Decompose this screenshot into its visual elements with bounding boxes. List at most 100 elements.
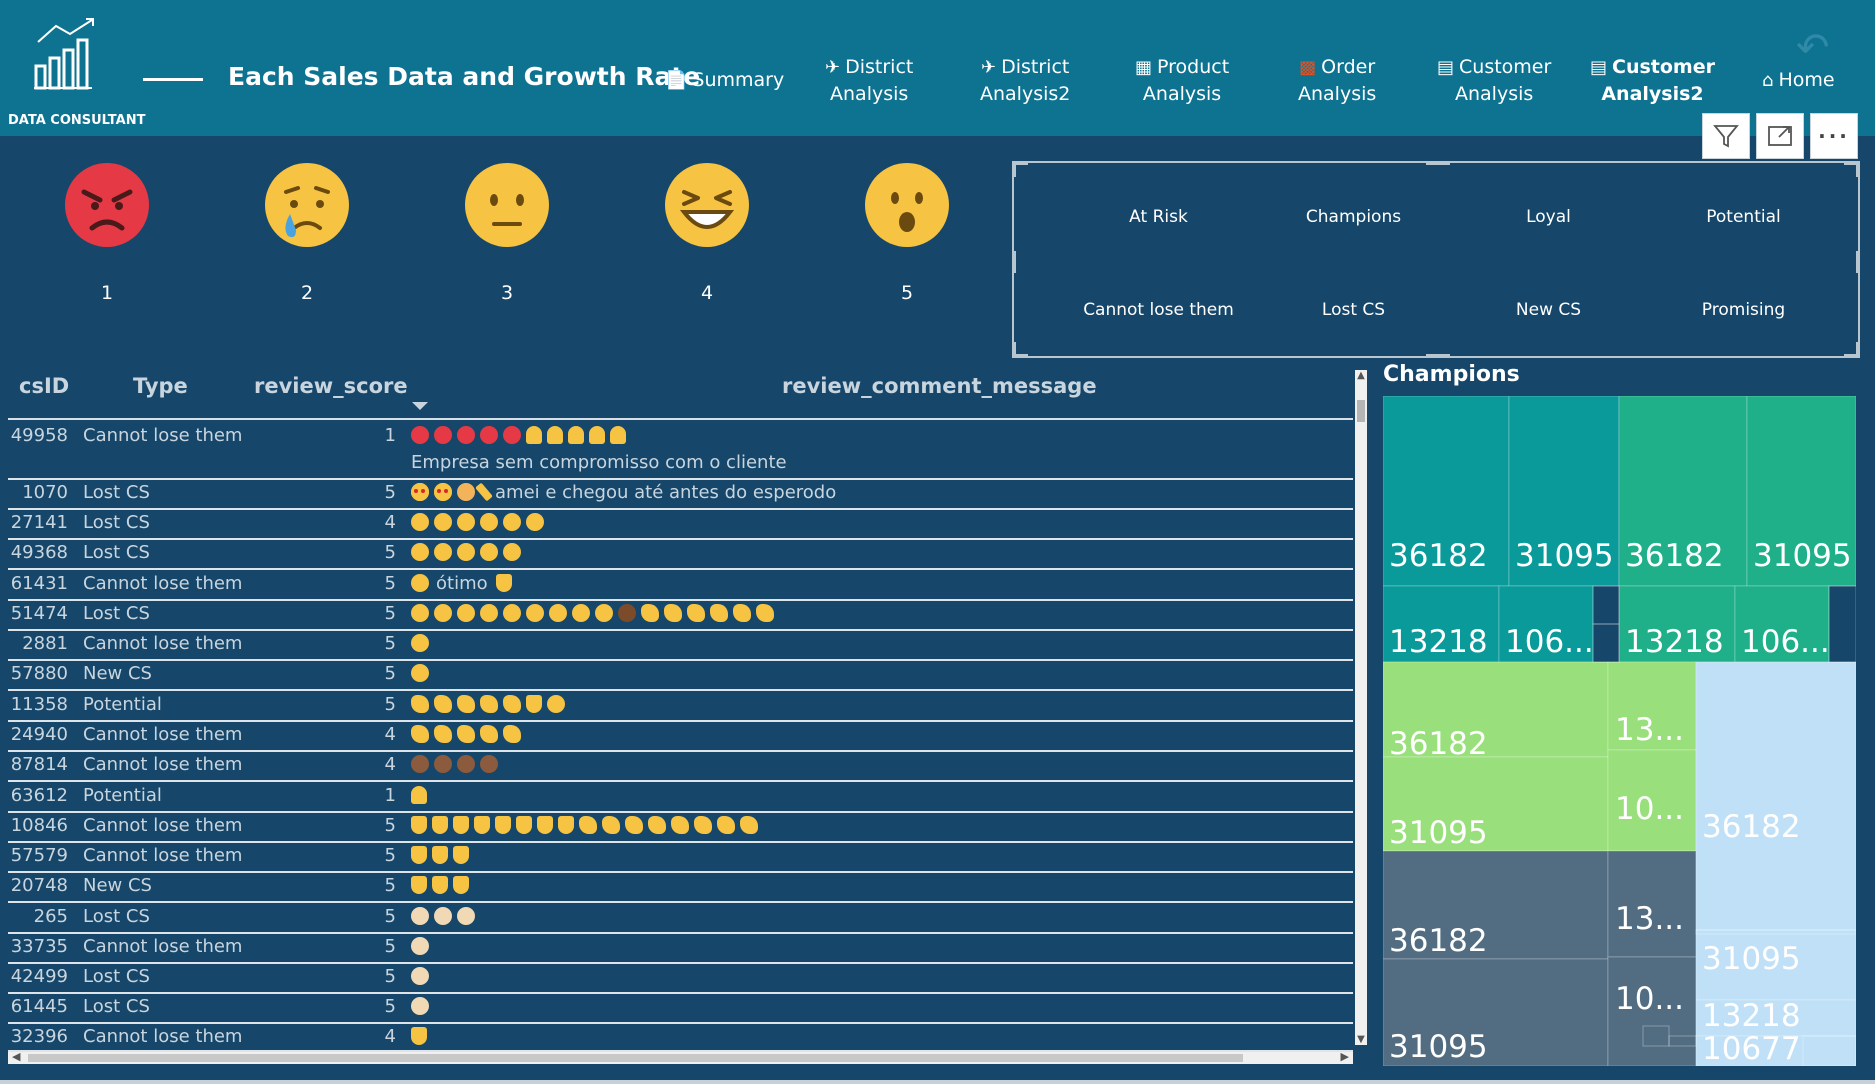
table-row[interactable]: 42499 Lost CS 5 [8, 964, 1353, 994]
table-row[interactable]: 61431 Cannot lose them 5 ótimo [8, 571, 1353, 601]
treemap-subtile[interactable] [1828, 585, 1856, 663]
emoji-glyph-icon [687, 604, 705, 622]
slicer-item-champions[interactable]: Champions [1256, 207, 1451, 227]
cell-review-message [411, 633, 436, 654]
slicer-item-potential[interactable]: Potential [1646, 207, 1841, 227]
cell-review-score: 5 [384, 542, 396, 563]
emoji-glyph-icon [526, 604, 544, 622]
score-emoji-3[interactable]: 3 [462, 162, 552, 304]
table-row[interactable]: 57579 Cannot lose them 5 [8, 843, 1353, 873]
vertical-scrollbar[interactable]: ▲ ▼ [1355, 370, 1367, 1045]
segment-slicer[interactable]: At Risk Champions Loyal Potential Cannot… [1012, 161, 1860, 358]
table-row[interactable]: 24940 Cannot lose them 4 [8, 722, 1353, 752]
cell-type: Lost CS [83, 482, 150, 503]
table-row[interactable]: 2881 Cannot lose them 5 [8, 631, 1353, 661]
treemap-chart[interactable]: 36182 31095 36182 31095 13218 106... 13218 106.… [1383, 396, 1856, 1066]
table-row[interactable]: 51474 Lost CS 5 [8, 601, 1353, 631]
slicer-item-lost-cs[interactable]: Lost CS [1256, 300, 1451, 320]
scrollbar-thumb[interactable] [1357, 400, 1365, 422]
treemap-tile-label: 36182 [1389, 538, 1488, 574]
column-header-type[interactable]: Type [133, 374, 188, 398]
cell-review-score: 5 [384, 633, 396, 654]
table-row[interactable]: 20748 New CS 5 [8, 873, 1353, 903]
scrollbar-thumb[interactable] [28, 1054, 1243, 1062]
table-row[interactable]: 49368 Lost CS 5 [8, 540, 1353, 570]
filter-button[interactable] [1702, 113, 1750, 159]
table-row[interactable]: 11358 Potential 5 [8, 692, 1353, 722]
table-row[interactable]: 63612 Potential 1 [8, 783, 1353, 813]
table-row[interactable]: 265 Lost CS 5 [8, 904, 1353, 934]
treemap-subtile[interactable] [1592, 623, 1620, 663]
scroll-up-icon[interactable]: ▲ [1355, 370, 1367, 381]
cell-review-score: 4 [384, 512, 396, 533]
slicer-item-at-risk[interactable]: At Risk [1061, 207, 1256, 227]
score-emoji-1[interactable]: 1 [62, 162, 152, 304]
emoji-glyph-icon [434, 483, 452, 501]
scroll-right-icon[interactable]: ▶ [1341, 1050, 1349, 1063]
cell-type: Lost CS [83, 542, 150, 563]
scroll-down-icon[interactable]: ▼ [1355, 1034, 1367, 1045]
emoji-glyph-icon [547, 695, 565, 713]
emoji-glyph-icon [589, 426, 605, 444]
nav-district-analysis[interactable]: ✈ District Analysis [825, 54, 913, 107]
treemap-tile-label: 10... [1615, 981, 1684, 1017]
cell-review-message [411, 724, 528, 745]
emoji-glyph-icon [411, 967, 429, 985]
resize-handle[interactable] [1426, 354, 1450, 358]
resize-handle[interactable] [1426, 161, 1450, 165]
nav-product-analysis[interactable]: ▦ Product Analysis [1135, 54, 1229, 107]
treemap-tile-label: 36182 [1389, 923, 1488, 959]
column-header-review-comment-message[interactable]: review_comment_message [782, 374, 1097, 398]
emoji-glyph-icon [411, 846, 427, 864]
nav-customer-analysis2[interactable]: ▤ Customer Analysis2 [1590, 54, 1715, 107]
table-row[interactable]: 27141 Lost CS 4 [8, 510, 1353, 540]
score-emoji-5[interactable]: 5 [862, 162, 952, 304]
resize-handle[interactable] [1012, 342, 1016, 358]
slicer-item-loyal[interactable]: Loyal [1451, 207, 1646, 227]
nav-home[interactable]: ⌂ Home [1762, 67, 1835, 94]
table-row[interactable]: 87814 Cannot lose them 4 [8, 752, 1353, 782]
resize-handle[interactable] [1856, 251, 1860, 273]
emoji-glyph-icon [411, 574, 429, 592]
table-row[interactable]: 10846 Cannot lose them 5 [8, 813, 1353, 843]
table-row[interactable]: 33735 Cannot lose them 5 [8, 934, 1353, 964]
nav-district-analysis2-label-1: District [1001, 56, 1070, 78]
chat-icon: ▤ [1590, 57, 1608, 78]
treemap-tile[interactable] [1695, 661, 1856, 931]
focus-mode-button[interactable] [1756, 113, 1804, 159]
emoji-glyph-icon [453, 816, 469, 834]
table-row[interactable]: 32396 Cannot lose them 4 [8, 1024, 1353, 1052]
table-row[interactable]: 61445 Lost CS 5 [8, 994, 1353, 1024]
slicer-item-promising[interactable]: Promising [1646, 300, 1841, 320]
slicer-item-cannot-lose-them[interactable]: Cannot lose them [1061, 300, 1256, 320]
nav-summary[interactable]: 📄 Summary [665, 67, 784, 94]
resize-handle[interactable] [1856, 161, 1860, 177]
table-row[interactable]: 1070 Lost CS 5 amei e chegou até antes do e… [8, 480, 1353, 510]
column-header-review-score[interactable]: review_score [254, 374, 408, 398]
emoji-glyph-icon [434, 426, 452, 444]
undo-arrow-icon[interactable]: ↶ [1796, 28, 1830, 68]
emoji-glyph-icon [457, 426, 475, 444]
score-emoji-4[interactable]: 4 [662, 162, 752, 304]
score-emoji-2[interactable]: 2 [262, 162, 352, 304]
column-header-csid[interactable]: csID [19, 374, 69, 398]
more-options-button[interactable]: ··· [1810, 113, 1858, 159]
nav-customer-analysis[interactable]: ▤ Customer Analysis [1437, 54, 1551, 107]
emoji-glyph-icon [434, 695, 452, 713]
nav-order-analysis[interactable]: ▩ Order Analysis [1298, 54, 1376, 107]
cell-review-message [411, 845, 476, 866]
treemap-subtile[interactable] [1592, 585, 1620, 625]
table-row[interactable]: 49958 Cannot lose them 1 Empresa sem compro… [8, 422, 1353, 480]
cell-review-score: 1 [384, 785, 396, 806]
sort-descending-icon[interactable] [412, 402, 428, 410]
scroll-left-icon[interactable]: ◀ [12, 1050, 20, 1063]
resize-handle[interactable] [1012, 161, 1016, 177]
cell-review-message [411, 603, 781, 624]
horizontal-scrollbar[interactable]: ◀ ▶ [8, 1050, 1353, 1064]
nav-district-analysis2[interactable]: ✈ District Analysis2 [980, 54, 1070, 107]
table-row[interactable]: 57880 New CS 5 [8, 661, 1353, 691]
emoji-glyph-icon [411, 634, 429, 652]
resize-handle[interactable] [1012, 251, 1016, 273]
slicer-item-new-cs[interactable]: New CS [1451, 300, 1646, 320]
resize-handle[interactable] [1856, 342, 1860, 358]
